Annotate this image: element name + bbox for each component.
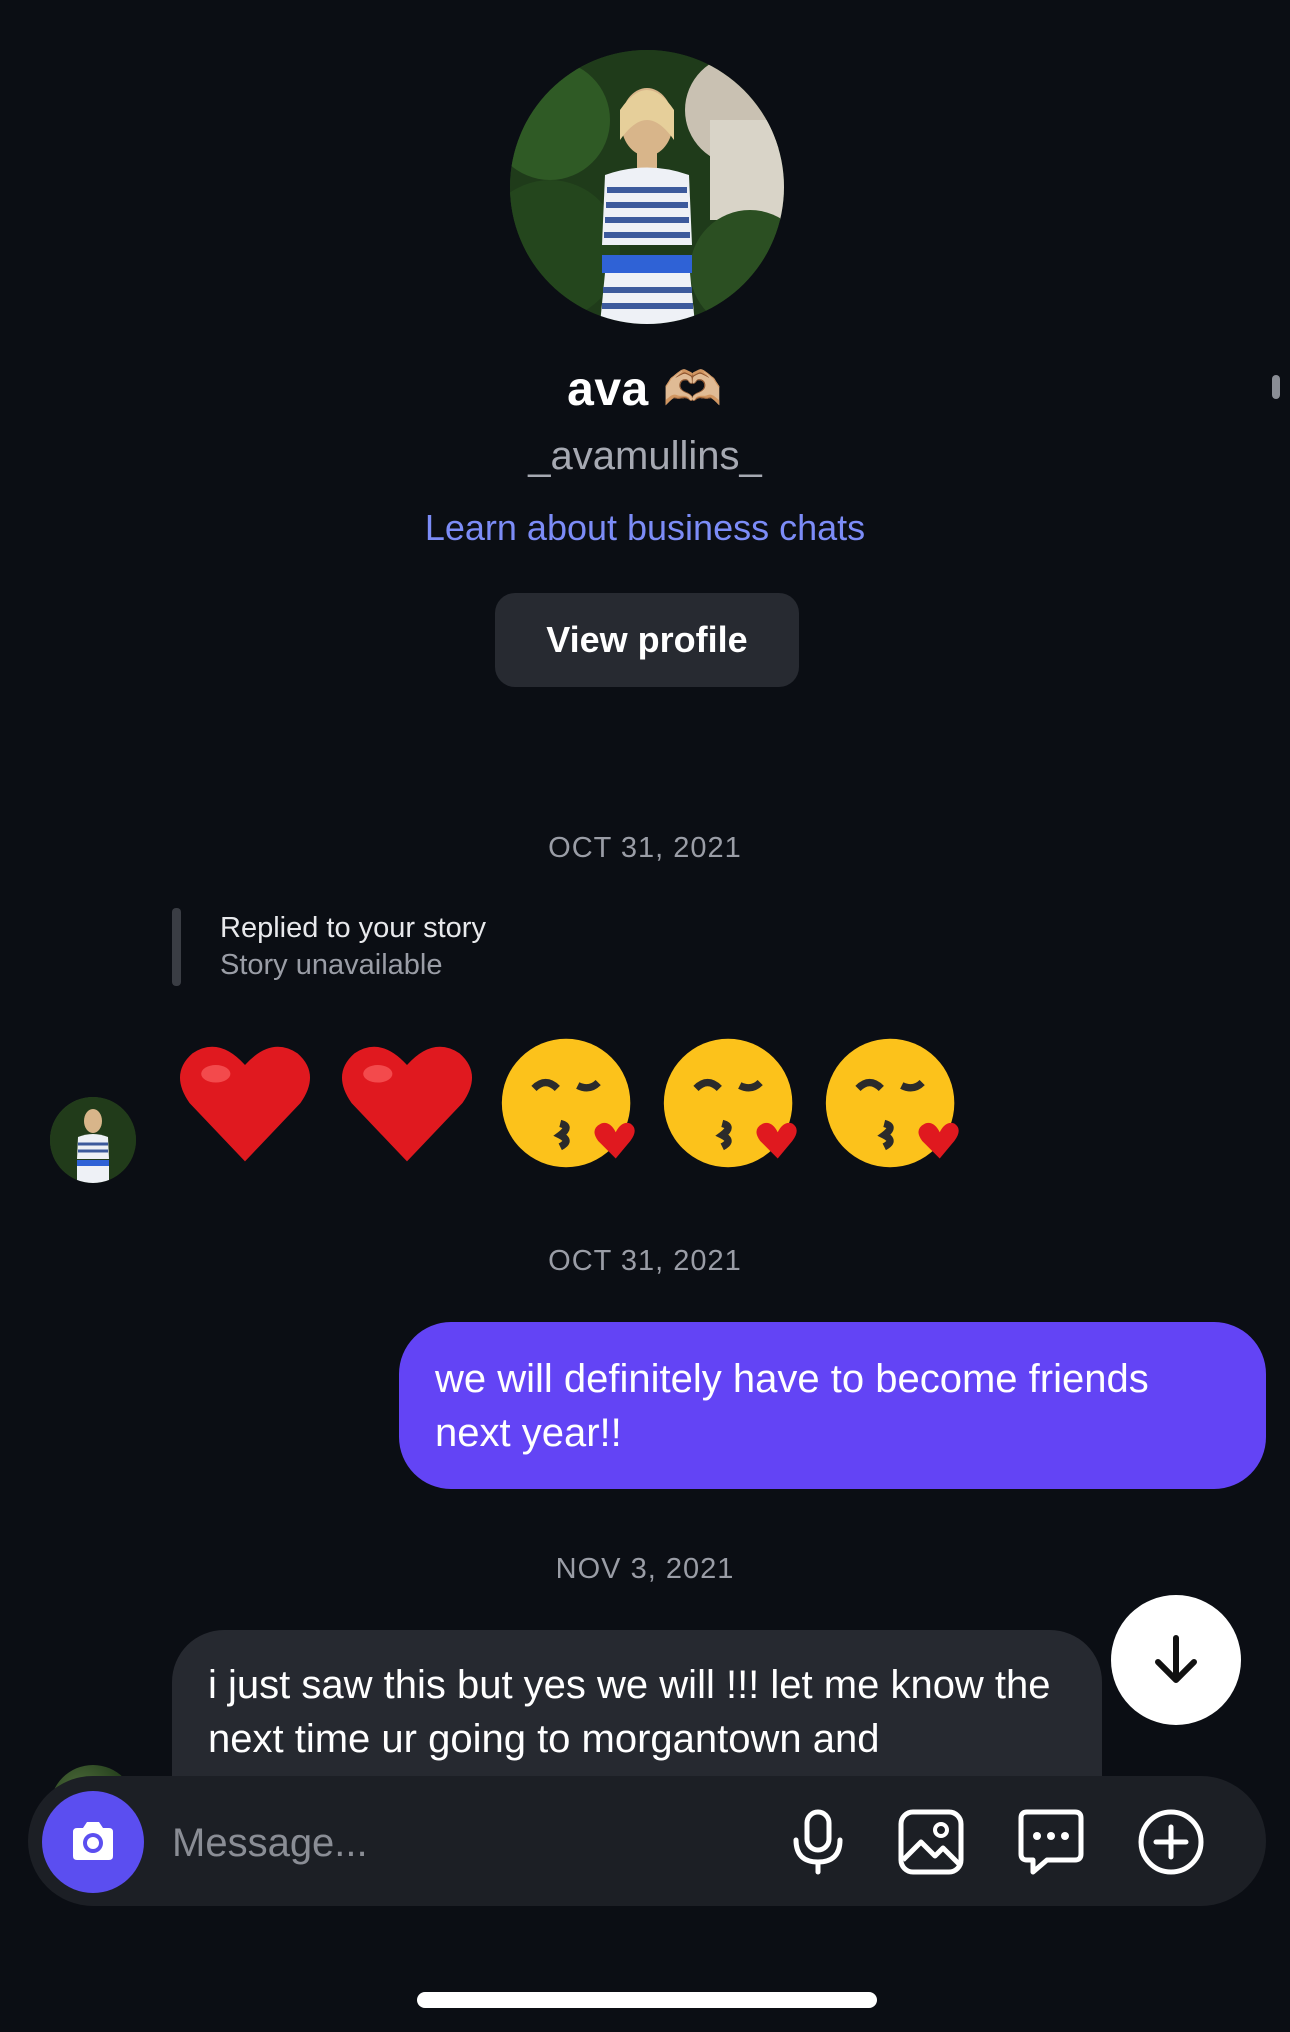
reply-subtitle: Story unavailable (220, 949, 443, 981)
microphone-icon (793, 1809, 843, 1875)
emoji-message[interactable] (172, 1030, 966, 1176)
chat-screen: ava 🫶🏼 _avamullins_ Learn about business… (0, 0, 1290, 2032)
kissing-face-emoji (501, 1038, 635, 1168)
learn-business-chats-link[interactable]: Learn about business chats (0, 507, 1290, 549)
profile-handle: _avamullins_ (528, 434, 762, 478)
more-options-button[interactable] (1135, 1806, 1207, 1878)
sender-avatar[interactable] (50, 1097, 136, 1183)
kissing-face-emoji (663, 1038, 797, 1168)
reply-indicator-bar (172, 908, 181, 986)
received-message-bubble[interactable]: i just saw this but yes we will !!! let … (172, 1630, 1102, 1780)
view-profile-button[interactable]: View profile (495, 593, 799, 687)
sent-message-bubble[interactable]: we will definitely have to become friend… (399, 1322, 1266, 1489)
profile-name: ava 🫶🏼 (567, 363, 723, 416)
message-input[interactable] (172, 1808, 732, 1878)
red-heart-emoji (179, 1046, 311, 1162)
gallery-button[interactable] (895, 1806, 967, 1878)
profile-avatar[interactable] (510, 50, 784, 324)
camera-button[interactable] (42, 1791, 144, 1893)
gallery-icon (898, 1809, 964, 1875)
red-heart-emoji (341, 1046, 473, 1162)
sticker-button[interactable] (1015, 1806, 1087, 1878)
camera-icon (73, 1822, 113, 1860)
home-indicator[interactable] (417, 1992, 877, 2008)
date-separator: NOV 3, 2021 (555, 1553, 735, 1585)
date-separator: OCT 31, 2021 (548, 832, 742, 864)
kissing-face-emoji (825, 1038, 959, 1168)
scrollbar-thumb[interactable] (1272, 375, 1280, 399)
plus-circle-icon (1138, 1809, 1204, 1875)
scroll-to-bottom-button[interactable] (1111, 1595, 1241, 1725)
date-separator: OCT 31, 2021 (548, 1245, 742, 1277)
arrow-down-icon (1155, 1635, 1197, 1683)
reply-title: Replied to your story (220, 912, 486, 944)
microphone-button[interactable] (782, 1806, 854, 1878)
sticker-chat-icon (1018, 1809, 1084, 1875)
